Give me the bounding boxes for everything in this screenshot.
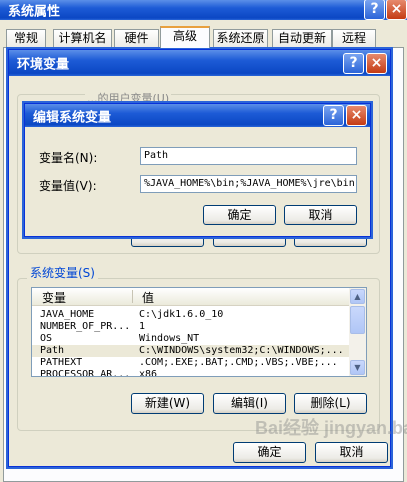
edit-button[interactable]: 编辑(I)	[213, 393, 286, 414]
delete-button[interactable]: 删除(L)	[294, 393, 367, 414]
column-variable[interactable]: 变量	[42, 289, 66, 306]
tab-auto-update[interactable]: 自动更新	[272, 29, 332, 47]
env-vars-titlebar: 环境变量 ? ×	[9, 50, 390, 76]
close-icon[interactable]: ×	[386, 0, 407, 20]
edit-system-variable-dialog: 编辑系统变量 ? × 变量名(N): Path 变量值(V): %JAVA_HO…	[24, 103, 371, 237]
help-icon[interactable]: ?	[364, 0, 385, 20]
variable-name-label: 变量名(N):	[39, 151, 98, 165]
list-header: 变量 值	[32, 288, 349, 306]
help-icon[interactable]: ?	[323, 105, 344, 126]
edit-cancel-button[interactable]: 取消	[284, 205, 357, 225]
edit-dialog-titlebar: 编辑系统变量 ? ×	[25, 104, 370, 127]
close-icon[interactable]: ×	[346, 105, 367, 126]
tab-general[interactable]: 常规	[6, 29, 46, 47]
watermark: Bai经验 jingyan.baidu.com	[255, 418, 407, 438]
table-row[interactable]: PATHEXT .COM;.EXE;.BAT;.CMD;.VBS;.VBE;..…	[32, 357, 349, 369]
vertical-scrollbar[interactable]: ▲ ▼	[349, 288, 366, 376]
system-properties-title: 系统属性	[8, 4, 61, 20]
system-properties-titlebar: 系统属性 ? ×	[0, 0, 407, 20]
table-row[interactable]: JAVA_HOME C:\jdk1.6.0_10	[32, 309, 349, 321]
table-row[interactable]: PROCESSOR_AR... x86	[32, 369, 349, 376]
variable-name-input[interactable]: Path	[140, 147, 357, 165]
tab-hardware[interactable]: 硬件	[114, 29, 159, 47]
system-vars-list[interactable]: 变量 值 JAVA_HOME C:\jdk1.6.0_10 NUMBER_OF_…	[31, 287, 367, 377]
scroll-up-icon[interactable]: ▲	[350, 289, 365, 304]
variable-value-input[interactable]: %JAVA_HOME%\bin;%JAVA_HOME%\jre\bin	[140, 175, 357, 193]
env-ok-button[interactable]: 确定	[233, 442, 306, 463]
env-cancel-button[interactable]: 取消	[315, 442, 388, 463]
help-icon[interactable]: ?	[343, 53, 364, 74]
table-row[interactable]: OS Windows_NT	[32, 333, 349, 345]
table-row[interactable]: NUMBER_OF_PR... 1	[32, 321, 349, 333]
scroll-down-icon[interactable]: ▼	[350, 360, 365, 375]
close-icon[interactable]: ×	[366, 53, 387, 74]
scroll-thumb[interactable]	[350, 306, 365, 334]
column-divider	[132, 290, 133, 303]
new-button[interactable]: 新建(W)	[131, 393, 204, 414]
system-vars-label: 系统变量(S)	[27, 264, 98, 281]
tab-advanced[interactable]: 高级	[160, 26, 210, 48]
edit-dialog-title: 编辑系统变量	[33, 110, 112, 125]
tab-strip: 常规 计算机名 硬件 高级 系统还原 自动更新 远程	[0, 26, 407, 48]
env-vars-title: 环境变量	[17, 57, 70, 73]
tab-system-restore[interactable]: 系统还原	[213, 29, 268, 47]
tab-computer-name[interactable]: 计算机名	[53, 29, 112, 47]
edit-ok-button[interactable]: 确定	[203, 205, 276, 225]
tab-remote[interactable]: 远程	[332, 29, 376, 47]
variable-value-label: 变量值(V):	[39, 179, 97, 193]
table-row-selected[interactable]: Path C:\WINDOWS\system32;C:\WINDOWS;...	[32, 345, 349, 357]
column-value[interactable]: 值	[142, 289, 154, 306]
